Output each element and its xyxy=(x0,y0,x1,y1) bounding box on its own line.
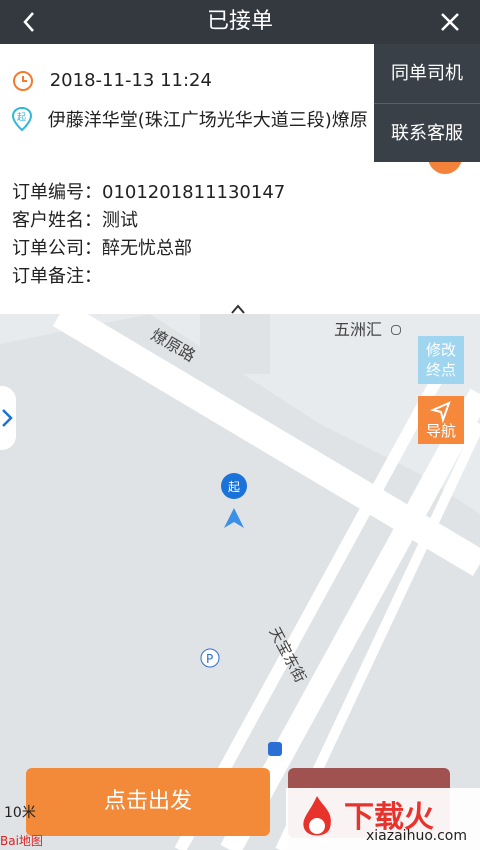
depart-button[interactable]: 点击出发 xyxy=(26,768,270,836)
poi-label: 五洲汇 xyxy=(334,316,402,340)
poi-name: 五洲汇 xyxy=(334,320,383,339)
company-label: 订单公司： xyxy=(12,238,102,259)
menu-item-same-order-driver[interactable]: 同单司机 xyxy=(374,44,480,103)
customer-name: 测试 xyxy=(102,210,138,231)
top-bar: 已接单 xyxy=(0,0,480,44)
collapse-card-button[interactable] xyxy=(224,300,252,320)
customer-row: 客户姓名：测试 xyxy=(12,206,138,232)
order-time: 2018-11-13 11:24 xyxy=(49,70,212,91)
poi-dot-icon xyxy=(391,325,402,335)
start-pin-icon: 起 xyxy=(12,107,32,131)
parking-icon: P xyxy=(200,648,220,668)
navigate-label: 导航 xyxy=(425,422,456,440)
remark-row: 订单备注： xyxy=(12,262,102,288)
customer-label: 客户姓名： xyxy=(12,210,102,231)
watermark: 下载火 xiazaihuo.com xyxy=(286,788,480,850)
company-row: 订单公司：醉无忧总部 xyxy=(12,234,192,260)
page-title: 已接单 xyxy=(206,9,273,34)
modify-destination-button[interactable]: 修改 终点 xyxy=(418,336,464,384)
start-address-row: 起 伊藤洋华堂(珠江广场光华大道三段)燎原 xyxy=(12,106,378,132)
dropdown-menu: 同单司机 联系客服 xyxy=(374,44,480,162)
svg-text:起: 起 xyxy=(17,112,26,123)
side-drawer-handle[interactable] xyxy=(0,386,16,450)
svg-text:P: P xyxy=(206,652,213,666)
svg-text:起: 起 xyxy=(228,480,240,494)
navigate-button[interactable]: 导航 xyxy=(418,396,464,444)
start-address: 伊藤洋华堂(珠江广场光华大道三段)燎原 xyxy=(47,110,368,131)
menu-item-contact-support[interactable]: 联系客服 xyxy=(374,104,480,163)
watermark-site: xiazaihuo.com xyxy=(366,828,467,844)
close-icon[interactable] xyxy=(438,10,462,34)
modify-label-2: 终点 xyxy=(425,361,456,379)
remark-label: 订单备注： xyxy=(12,266,102,287)
location-pin-icon: 起 xyxy=(221,473,247,528)
bus-stop-icon xyxy=(268,742,282,756)
clock-icon xyxy=(13,71,33,91)
company-name: 醉无忧总部 xyxy=(102,238,192,259)
map-scale: 10米 xyxy=(4,805,36,821)
modify-label-1: 修改 xyxy=(425,341,456,359)
order-number-row: 订单编号：0101201811130147 xyxy=(12,178,285,204)
order-number-label: 订单编号： xyxy=(12,182,102,203)
order-time-row: 2018-11-13 11:24 xyxy=(12,70,212,92)
chevron-right-icon xyxy=(2,409,13,427)
baidu-logo: Bai地图 xyxy=(0,834,43,848)
fire-logo-icon xyxy=(303,796,331,836)
order-number: 0101201811130147 xyxy=(102,182,286,203)
chevron-up-icon xyxy=(231,304,245,314)
